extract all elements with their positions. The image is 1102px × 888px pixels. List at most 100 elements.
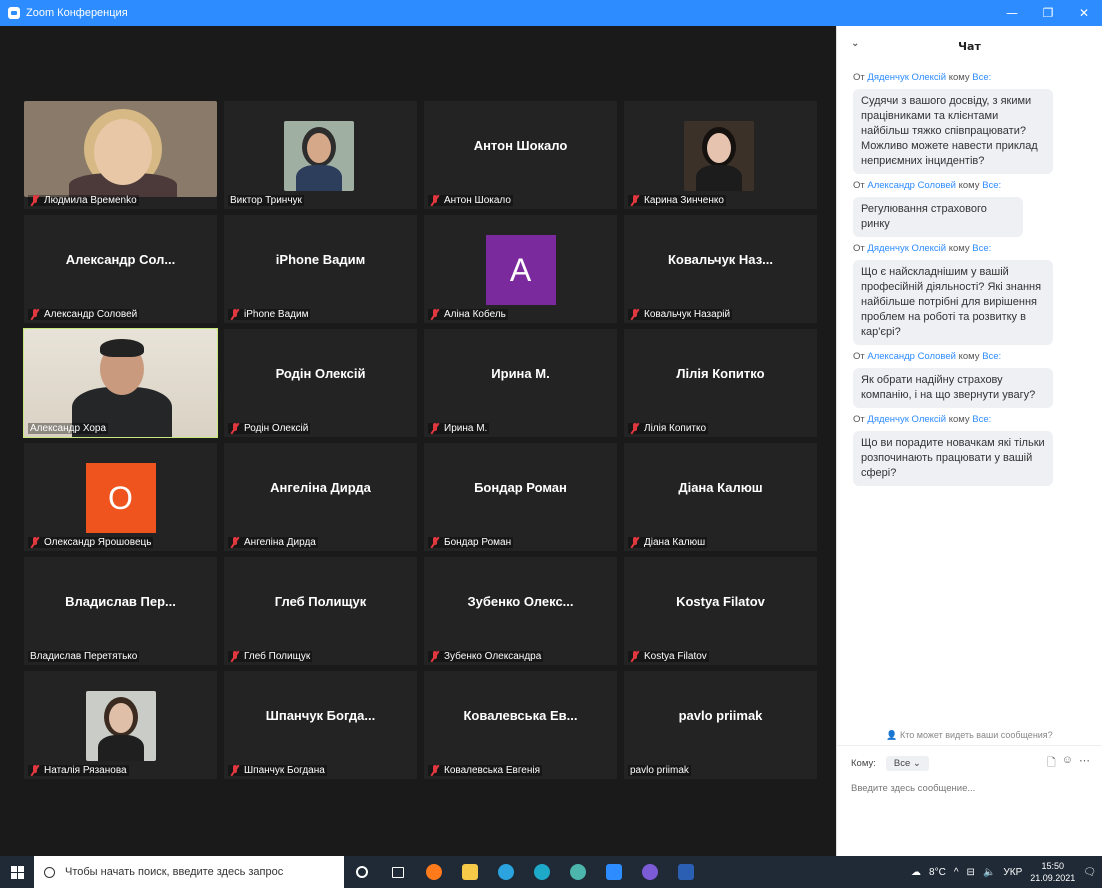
participant-tile[interactable]: Владислав Пер... Владислав Перетятько — [24, 557, 217, 665]
participant-label: Бондар Роман — [428, 537, 514, 548]
mic-muted-icon — [230, 651, 240, 662]
participant-display-name: Ирина М. — [491, 365, 550, 381]
taskbar-search[interactable]: Чтобы начать поиск, введите здесь запрос — [34, 856, 344, 888]
sender-name[interactable]: Александр Соловей — [867, 351, 956, 362]
chat-message: От Дяденчук Олексій кому Все: Судячи з ва… — [837, 72, 1102, 174]
sender-name[interactable]: Александр Соловей — [867, 180, 956, 191]
participant-label: Ирина М. — [428, 423, 490, 434]
video-gallery: Людмила Времеnko Виктор Тринчук Антон Шока… — [0, 26, 836, 856]
message-bubble: Що ви порадите новачкам які тільки розпо… — [853, 431, 1053, 486]
recipient-name[interactable]: Все: — [982, 351, 1001, 362]
mic-muted-icon — [430, 309, 440, 320]
participant-tile[interactable]: Антон Шокало Антон Шокало — [424, 101, 617, 209]
mic-muted-icon — [430, 423, 440, 434]
participant-tile[interactable]: Лілія Копитко Лілія Копитко — [624, 329, 817, 437]
participant-tile[interactable]: Виктор Тринчук — [224, 101, 417, 209]
task-view-icon[interactable] — [380, 856, 416, 888]
participant-tile[interactable]: pavlo priimak pavlo priimak — [624, 671, 817, 779]
recipient-select[interactable]: Все ⌄ — [885, 756, 929, 771]
participant-tile[interactable]: Людмила Времеnko — [24, 101, 217, 209]
participant-tile[interactable]: Ангеліна Дирда Ангеліна Дирда — [224, 443, 417, 551]
participant-tile[interactable]: O Олександр Ярошовець — [24, 443, 217, 551]
participant-tile[interactable]: Бондар Роман Бондар Роман — [424, 443, 617, 551]
chat-message: От Дяденчук Олексій кому Все: Що ви порад… — [837, 414, 1102, 486]
cortana-icon[interactable] — [344, 856, 380, 888]
chrome-icon[interactable] — [560, 856, 596, 888]
participant-tile[interactable]: Александр Хора — [23, 328, 218, 438]
participant-tile[interactable]: Ковальчук Наз... Ковальчук Назарій — [624, 215, 817, 323]
volume-icon[interactable]: 🔈 — [983, 867, 995, 878]
zoom-taskbar-icon[interactable] — [596, 856, 632, 888]
edge-icon[interactable] — [524, 856, 560, 888]
sender-name[interactable]: Дяденчук Олексій — [867, 414, 946, 425]
emoji-icon[interactable]: ☺ — [1062, 754, 1073, 773]
participant-label: Карина Зинченко — [628, 195, 726, 206]
participant-label: Діана Калюш — [628, 537, 708, 548]
weather-icon[interactable]: ☁ — [911, 867, 921, 878]
message-meta: От Дяденчук Олексій кому Все: — [853, 414, 992, 425]
close-button[interactable]: ✕ — [1066, 0, 1102, 26]
recipient-name[interactable]: Все: — [972, 72, 991, 83]
participant-label: Лілія Копитко — [628, 423, 709, 434]
participant-display-name: Владислав Пер... — [65, 593, 176, 609]
chat-message: От Александр Соловей кому Все: Як обрати … — [837, 351, 1102, 408]
participant-tile[interactable]: Родін Олексій Родін Олексій — [224, 329, 417, 437]
participant-tile[interactable]: A Аліна Кобель — [424, 215, 617, 323]
notification-icon[interactable]: 🗨 — [1083, 867, 1096, 878]
firefox-icon[interactable] — [416, 856, 452, 888]
chat-message: От Дяденчук Олексій кому Все: Що є найскл… — [837, 243, 1102, 345]
mic-muted-icon — [430, 651, 440, 662]
participant-display-name: Лілія Копитко — [676, 365, 765, 381]
window-title: Zoom Конференция — [26, 7, 128, 19]
participant-tile[interactable]: Шпанчук Богда... Шпанчук Богдана — [224, 671, 417, 779]
mic-muted-icon — [630, 537, 640, 548]
message-meta: От Дяденчук Олексій кому Все: — [853, 243, 992, 254]
zoom-app-icon — [8, 7, 20, 19]
network-icon[interactable]: ⊟ — [967, 867, 975, 878]
start-button[interactable] — [0, 856, 34, 888]
mic-muted-icon — [30, 537, 40, 548]
message-input[interactable]: Введите здесь сообщение... — [837, 777, 1102, 800]
weather-temp[interactable]: 8°C — [929, 867, 946, 878]
word-icon[interactable] — [668, 856, 704, 888]
viber-icon[interactable] — [632, 856, 668, 888]
participant-tile[interactable]: iPhone Вадим iPhone Вадим — [224, 215, 417, 323]
recipient-name[interactable]: Все: — [982, 180, 1001, 191]
participant-tile[interactable]: Ирина М. Ирина М. — [424, 329, 617, 437]
maximize-button[interactable]: ❐ — [1030, 0, 1066, 26]
participant-tile[interactable]: Зубенко Олекс... Зубенко Олександра — [424, 557, 617, 665]
file-explorer-icon[interactable] — [452, 856, 488, 888]
message-bubble: Як обрати надійну страхову компанію, і н… — [853, 368, 1053, 408]
mic-muted-icon — [630, 423, 640, 434]
sender-name[interactable]: Дяденчук Олексій — [867, 72, 946, 83]
more-icon[interactable]: ⋯ — [1079, 754, 1090, 773]
mic-muted-icon — [230, 537, 240, 548]
who-sees-link[interactable]: 👤 Кто может видеть ваши сообщения? — [837, 726, 1102, 746]
message-meta: От Дяденчук Олексій кому Все: — [853, 72, 992, 83]
file-icon[interactable]: 🗋 — [1047, 754, 1056, 773]
telegram-icon[interactable] — [488, 856, 524, 888]
language-indicator[interactable]: УКР — [1003, 867, 1022, 878]
participant-tile[interactable]: Наталія Рязанова — [24, 671, 217, 779]
participant-tile[interactable]: Ковалевська Ев... Ковалевська Евгенія — [424, 671, 617, 779]
participant-label: Ковалевська Евгенія — [428, 765, 543, 776]
sender-name[interactable]: Дяденчук Олексій — [867, 243, 946, 254]
chat-title: Чат — [958, 39, 981, 53]
participant-tile[interactable]: Kostya Filatov Kostya Filatov — [624, 557, 817, 665]
chevron-up-icon[interactable]: ^ — [954, 867, 959, 878]
chat-message: От Александр Соловей кому Все: Регулюванн… — [837, 180, 1102, 237]
participant-tile[interactable]: Карина Зинченко — [624, 101, 817, 209]
chevron-down-icon[interactable]: ⌄ — [851, 38, 859, 49]
recipient-name[interactable]: Все: — [972, 414, 991, 425]
participant-display-name: Діана Калюш — [678, 479, 763, 495]
participant-display-name: Ковальчук Наз... — [667, 251, 773, 267]
chat-panel: ⌄ Чат От Дяденчук Олексій кому Все: Судяч… — [836, 26, 1102, 856]
participant-tile[interactable]: Александр Сол... Александр Соловей — [24, 215, 217, 323]
participant-tile[interactable]: Діана Калюш Діана Калюш — [624, 443, 817, 551]
minimize-button[interactable]: — — [994, 0, 1030, 26]
participant-tile[interactable]: Глеб Полищук Глеб Полищук — [224, 557, 417, 665]
participant-label: Олександр Ярошовець — [28, 537, 154, 548]
mic-muted-icon — [30, 195, 40, 206]
recipient-name[interactable]: Все: — [972, 243, 991, 254]
clock[interactable]: 15:50 21.09.2021 — [1030, 860, 1075, 884]
